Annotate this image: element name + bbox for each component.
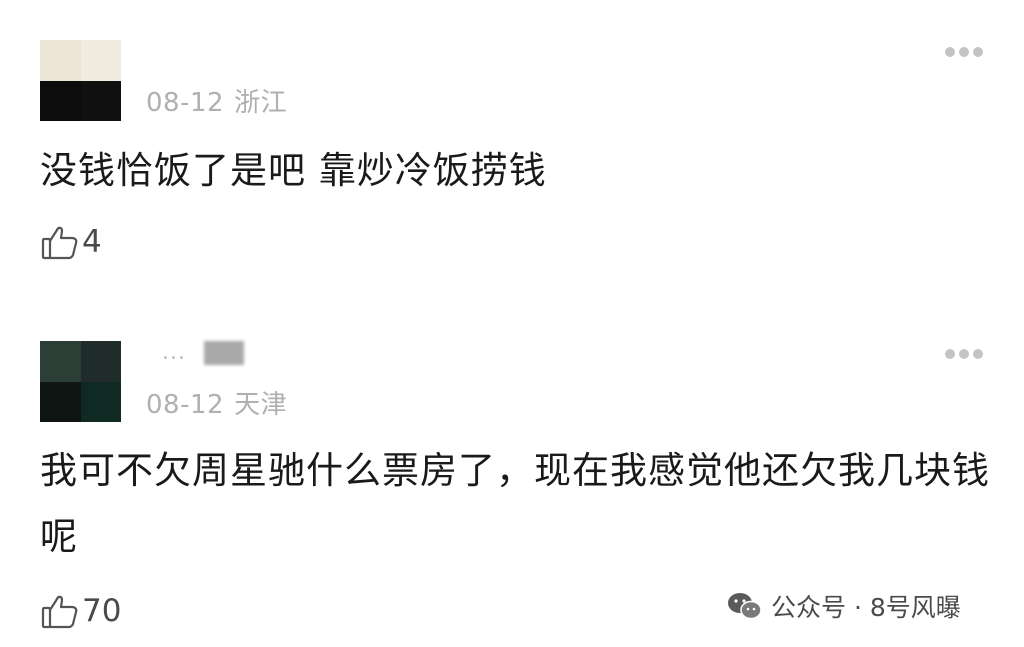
- username[interactable]: ...: [162, 340, 244, 365]
- comment-date: 08-12: [146, 390, 225, 420]
- like-button[interactable]: 70: [40, 591, 121, 631]
- wechat-icon: [728, 593, 762, 620]
- avatar-tile: [40, 341, 81, 382]
- avatar-tile: [40, 381, 81, 422]
- username-ellipsis: ...: [162, 340, 186, 365]
- thumbs-up-icon: [41, 595, 78, 629]
- comment-text: 我可不欠周星驰什么票房了，现在我感觉他还欠我几块钱呢: [40, 449, 990, 558]
- like-count: 70: [82, 593, 122, 629]
- comment-2: ... 08-12 天津 我可不欠周星驰什么票房了，现在我感觉他还欠我几块钱呢 7…: [0, 0, 1024, 647]
- watermark: 公众号 · 8号风曝: [727, 588, 961, 624]
- username-redacted: [203, 340, 244, 365]
- avatar-tile: [80, 381, 121, 422]
- avatar-tile: [80, 341, 121, 382]
- avatar[interactable]: [40, 341, 121, 422]
- comment-location: 天津: [234, 390, 288, 420]
- comment-meta: 08-12 天津: [146, 384, 287, 421]
- more-dots-icon[interactable]: [945, 348, 983, 360]
- watermark-text: 公众号 · 8号风曝: [771, 593, 961, 622]
